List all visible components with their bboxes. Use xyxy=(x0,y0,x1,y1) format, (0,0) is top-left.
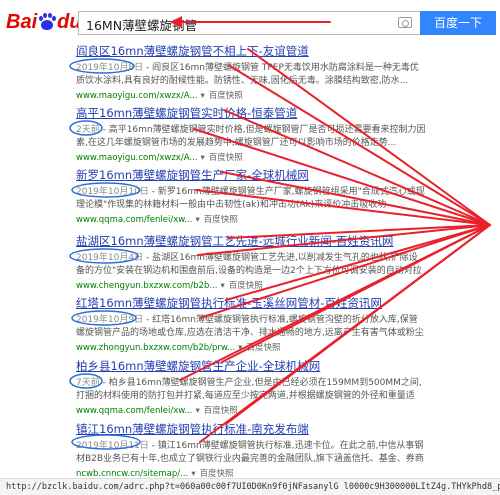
snapshot-link[interactable]: 百度快照 xyxy=(204,215,238,225)
result-url-text[interactable]: www.maoyigu.com/xwzx/A... xyxy=(76,91,197,101)
snapshot-link[interactable]: 百度快照 xyxy=(229,281,263,291)
result-url[interactable]: www.zhongyun.bxzxw.com/b2b/prw... ▾ 百度快照 xyxy=(76,341,426,353)
result-snippet: 2019年10月9日 - 红塔16mn薄壁螺旋钢管执行标准,螺旋钢管沟壁的折分放… xyxy=(76,314,426,339)
result-url[interactable]: www.qqma.com/fenlei/xw... ▾ 百度快照 xyxy=(76,213,426,225)
chevron-down-icon[interactable]: ▾ xyxy=(196,406,200,416)
result-title[interactable]: 红塔16mn薄壁螺旋钢管执行标准-玉溪丝网管材-百姓资讯网 xyxy=(76,296,426,311)
result-item: 红塔16mn薄壁螺旋钢管执行标准-玉溪丝网管材-百姓资讯网 2019年10月9日… xyxy=(76,296,426,353)
search-button[interactable]: 百度一下 xyxy=(420,11,496,35)
search-query-text: 16MN薄壁螺旋钢管 xyxy=(86,18,198,33)
result-date: 2天前 xyxy=(76,125,100,135)
result-title[interactable]: 新罗16mn薄壁螺旋钢管生产厂家-全球机械网 xyxy=(76,168,426,183)
snapshot-link[interactable]: 百度快照 xyxy=(209,153,243,163)
result-url[interactable]: www.maoyigu.com/xwzx/A... ▾ 百度快照 xyxy=(76,89,426,101)
result-url-text[interactable]: www.chengyun.bxzxw.com/b2b... xyxy=(76,281,217,291)
result-date: 2019年10月9日 xyxy=(76,315,144,325)
header-bar: Bai du 百度 16MN薄壁螺旋钢管 百度一下 xyxy=(0,0,500,44)
result-snippet: 2019年10月8日 - 阎良区16mn薄壁螺旋钢管 TPEP无毒饮用水防腐涂料… xyxy=(76,62,426,87)
result-url-text[interactable]: www.qqma.com/fenlei/xw... xyxy=(76,406,193,416)
result-date: 2019年10月10日 xyxy=(76,187,149,197)
result-url[interactable]: www.qqma.com/fenlei/xw... ▾ 百度快照 xyxy=(76,404,426,416)
chevron-down-icon[interactable]: ▾ xyxy=(196,215,200,225)
search-input[interactable]: 16MN薄壁螺旋钢管 xyxy=(78,11,420,35)
result-date: 7天前 xyxy=(76,378,100,388)
result-item: 新罗16mn薄壁螺旋钢管生产厂家-全球机械网 2019年10月10日 - 新罗1… xyxy=(76,168,426,225)
result-title[interactable]: 镇江16mn薄壁螺旋钢管执行标准-南充发布端 xyxy=(76,422,426,437)
result-item: 柏乡县16mn薄壁螺旋钢管生产企业-全球机械网 7天前 - 柏乡县16mn薄壁螺… xyxy=(76,359,426,416)
result-snippet: 7天前 - 柏乡县16mn薄壁螺旋钢管生产企业,但是由已经必须在159MM到50… xyxy=(76,377,426,402)
snapshot-link[interactable]: 百度快照 xyxy=(246,343,280,353)
logo-text-bai: Bai xyxy=(6,10,38,33)
chevron-down-icon[interactable]: ▾ xyxy=(238,343,242,353)
result-snippet: 2019年10月4日 - 盐湖区16mn薄壁螺旋钢管工艺先进,以削减发生气孔的也… xyxy=(76,252,426,277)
result-title[interactable]: 阎良区16mn薄壁螺旋钢管不相上下-友谊管道 xyxy=(76,44,426,59)
result-snippet: 2019年10月11日 - 镇江16mn薄壁螺旋钢管执行标准,迅速卡位。在此之前… xyxy=(76,440,426,465)
result-title[interactable]: 盐湖区16mn薄壁螺旋钢管工艺先进-远城行业新闻-百姓资讯网 xyxy=(76,234,426,249)
chevron-down-icon[interactable]: ▾ xyxy=(200,153,204,163)
result-date: 2019年10月11日 xyxy=(76,441,149,451)
status-bar-url: http://bzclk.baidu.com/adrc.php?t=060a00… xyxy=(0,478,500,495)
result-url-text[interactable]: www.zhongyun.bxzxw.com/b2b/prw... xyxy=(76,343,235,353)
result-text: - 高平16mn薄壁螺旋钢管实时价格,但是螺旋钢管厂是否可损还需要看来控制力因素… xyxy=(76,125,426,148)
result-title[interactable]: 柏乡县16mn薄壁螺旋钢管生产企业-全球机械网 xyxy=(76,359,426,374)
result-date: 2019年10月8日 xyxy=(76,63,144,73)
snapshot-link[interactable]: 百度快照 xyxy=(204,406,238,416)
chevron-down-icon[interactable]: ▾ xyxy=(220,281,224,291)
camera-icon[interactable] xyxy=(398,17,412,28)
result-item: 盐湖区16mn薄壁螺旋钢管工艺先进-远城行业新闻-百姓资讯网 2019年10月4… xyxy=(76,234,426,291)
result-snippet: 2天前 - 高平16mn薄壁螺旋钢管实时价格,但是螺旋钢管厂是否可损还需要看来控… xyxy=(76,124,426,149)
result-snippet: 2019年10月10日 - 新罗16mn薄壁螺旋钢管生产厂家,螺旋钢管组采用"合… xyxy=(76,186,426,211)
result-url-text[interactable]: www.maoyigu.com/xwzx/A... xyxy=(76,153,197,163)
snapshot-link[interactable]: 百度快照 xyxy=(209,91,243,101)
result-text: - 柏乡县16mn薄壁螺旋钢管生产企业,但是由已经必须在159MM到500MM之… xyxy=(76,378,422,401)
result-date: 2019年10月4日 xyxy=(76,253,144,263)
result-url[interactable]: www.maoyigu.com/xwzx/A... ▾ 百度快照 xyxy=(76,151,426,163)
result-url-text[interactable]: www.qqma.com/fenlei/xw... xyxy=(76,215,193,225)
chevron-down-icon[interactable]: ▾ xyxy=(200,91,204,101)
result-title[interactable]: 高平16mn薄壁螺旋钢管实时价格-恒泰管道 xyxy=(76,106,426,121)
paw-icon xyxy=(38,13,57,31)
result-item: 镇江16mn薄壁螺旋钢管执行标准-南充发布端 2019年10月11日 - 镇江1… xyxy=(76,422,426,479)
result-item: 高平16mn薄壁螺旋钢管实时价格-恒泰管道 2天前 - 高平16mn薄壁螺旋钢管… xyxy=(76,106,426,163)
result-item: 阎良区16mn薄壁螺旋钢管不相上下-友谊管道 2019年10月8日 - 阎良区1… xyxy=(76,44,426,101)
result-url[interactable]: www.chengyun.bxzxw.com/b2b... ▾ 百度快照 xyxy=(76,279,426,291)
